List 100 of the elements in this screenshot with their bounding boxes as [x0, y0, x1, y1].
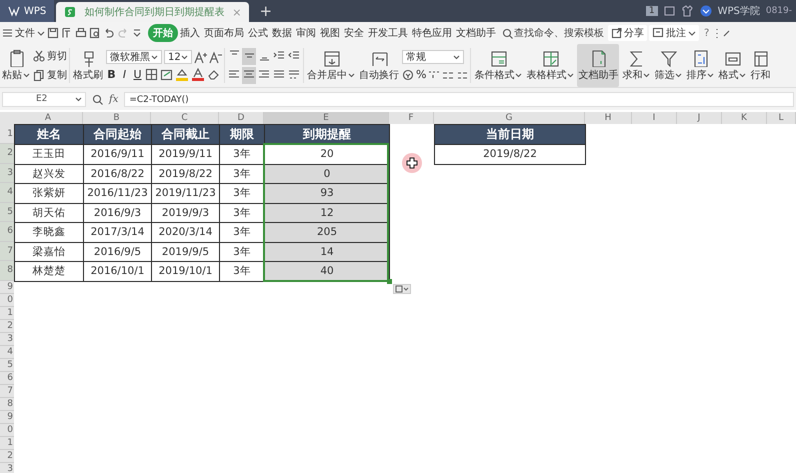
fill-color-icon[interactable] — [175, 68, 189, 81]
column-header[interactable]: B — [83, 112, 151, 124]
copy-button[interactable]: 复制 — [33, 68, 67, 82]
toolbar-button[interactable]: 粘贴 — [1, 44, 31, 87]
border-icon[interactable] — [145, 68, 158, 81]
ribbon-tab[interactable]: 文档助手 — [454, 24, 498, 42]
row-header[interactable]: 2 — [0, 320, 14, 332]
toolbar-button[interactable]: 条件格式 — [473, 44, 524, 87]
ribbon-tab[interactable]: 审阅 — [294, 24, 318, 42]
toolbar-button[interactable]: 格式 — [717, 44, 748, 87]
column-header[interactable]: K — [722, 112, 767, 124]
outdent-icon[interactable] — [288, 48, 300, 60]
row-header[interactable]: 6 — [0, 222, 14, 242]
toolbar-button[interactable]: 表格样式 — [525, 44, 576, 87]
row-header[interactable]: 4 — [0, 346, 14, 358]
table-cell[interactable]: 205 — [264, 222, 390, 242]
row-header[interactable]: 3 — [0, 332, 14, 346]
search-field[interactable]: 查找命令、搜索模板 — [502, 28, 606, 38]
comment-button[interactable]: 批注 — [649, 25, 699, 41]
column-header[interactable]: E — [264, 112, 389, 124]
column-header[interactable]: A — [14, 112, 83, 124]
underline-button[interactable]: U — [132, 68, 143, 81]
preview-icon[interactable] — [89, 27, 101, 39]
toolbar-button[interactable]: 筛选 — [653, 44, 684, 87]
account-icon[interactable] — [700, 5, 712, 17]
font-color-icon[interactable] — [191, 68, 205, 81]
bold-button[interactable]: B — [106, 68, 117, 81]
table-cell[interactable]: 93 — [264, 183, 390, 204]
row-header[interactable]: 0 — [0, 294, 14, 306]
help-button[interactable]: ? — [701, 28, 712, 38]
undo-icon[interactable] — [103, 27, 115, 39]
print-icon[interactable] — [75, 27, 87, 39]
toolbar-button[interactable]: 求和 — [621, 44, 652, 87]
row-header[interactable]: 2 — [0, 450, 14, 462]
toolbar-button[interactable]: 自动换行 — [358, 44, 400, 87]
account-name[interactable]: WPS学院 — [718, 4, 760, 18]
row-header[interactable]: 9 — [0, 280, 14, 294]
ribbon-tab[interactable]: 安全 — [342, 24, 366, 42]
number-format-dropdown[interactable]: 常规 — [402, 50, 464, 64]
row-header[interactable]: 4 — [0, 183, 14, 202]
dropdown-icon[interactable] — [131, 27, 143, 39]
row-header[interactable]: 8 — [0, 398, 14, 410]
column-header[interactable]: I — [632, 112, 677, 124]
new-tab-button[interactable]: + — [249, 2, 282, 20]
home-tab[interactable]: WPS — [0, 0, 54, 22]
increase-font-icon[interactable] — [194, 50, 207, 64]
row-header[interactable]: 6 — [0, 372, 14, 384]
align-center-icon[interactable] — [243, 68, 255, 80]
justify-icon[interactable] — [273, 68, 285, 80]
row-header[interactable]: 1 — [0, 306, 14, 320]
currency-icon[interactable] — [402, 68, 414, 80]
ribbon-tab[interactable]: 视图 — [318, 24, 342, 42]
document-tab[interactable]: 如何制作合同到期日到期提醒表 × — [56, 2, 250, 22]
ribbon-tab[interactable]: 页面布局 — [202, 24, 246, 42]
fill-handle[interactable] — [387, 278, 392, 284]
eraser-icon[interactable] — [207, 68, 220, 81]
percent-button[interactable]: % — [416, 68, 426, 81]
function-button[interactable]: fx — [109, 94, 118, 104]
align-right-icon[interactable] — [258, 68, 270, 80]
share-button[interactable]: 分享 — [608, 25, 647, 41]
indent-icon[interactable] — [273, 48, 285, 60]
italic-button[interactable]: I — [119, 68, 130, 81]
more-icon[interactable] — [714, 27, 720, 39]
row-header[interactable]: 7 — [0, 242, 14, 261]
column-header[interactable]: G — [434, 112, 585, 124]
font-dropdown[interactable]: 微软雅黑 — [106, 50, 162, 64]
cut-button[interactable]: 剪切 — [33, 49, 67, 63]
zoom-icon[interactable] — [92, 94, 103, 104]
formula-field[interactable]: =C2-TODAY() — [124, 92, 794, 106]
ribbon-tab[interactable]: 开发工具 — [366, 24, 410, 42]
row-header[interactable]: 9 — [0, 410, 14, 424]
column-header[interactable]: D — [219, 112, 264, 124]
shirt-icon[interactable] — [680, 5, 694, 17]
save-icon[interactable] — [47, 27, 59, 39]
file-menu[interactable]: 文件 — [2, 26, 45, 40]
toolbar-button[interactable]: 合并居中 — [306, 44, 356, 87]
font-size-dropdown[interactable]: 12 — [164, 50, 192, 64]
toolbar-button[interactable]: 排序 — [685, 44, 716, 87]
row-header[interactable]: 3 — [0, 164, 14, 183]
cell-reference-field[interactable]: E2 — [2, 92, 86, 106]
row-header[interactable]: 3 — [0, 462, 14, 473]
row-header[interactable]: 5 — [0, 358, 14, 372]
row-header[interactable]: 5 — [0, 202, 14, 222]
toolbar-button[interactable]: 格式刷 — [72, 44, 104, 87]
toolbar-button[interactable]: 文档助手 — [577, 44, 620, 87]
column-header[interactable]: L — [767, 112, 796, 124]
ribbon-tab[interactable]: 特色应用 — [410, 24, 454, 42]
column-header[interactable]: F — [389, 112, 434, 124]
row-header[interactable]: 1 — [0, 436, 14, 450]
cell-format-icon[interactable] — [160, 68, 173, 81]
column-header[interactable]: C — [151, 112, 219, 124]
row-header[interactable]: 8 — [0, 261, 14, 280]
toolbar-button[interactable]: 行和 — [749, 44, 772, 87]
ribbon-tab[interactable]: 插入 — [178, 24, 202, 42]
row-header[interactable]: 7 — [0, 384, 14, 398]
align-left-icon[interactable] — [228, 68, 240, 80]
paste-options-button[interactable] — [393, 284, 411, 294]
ribbon-tab[interactable]: 数据 — [270, 24, 294, 42]
distribute-icon[interactable] — [288, 68, 300, 80]
column-header[interactable]: H — [585, 112, 632, 124]
